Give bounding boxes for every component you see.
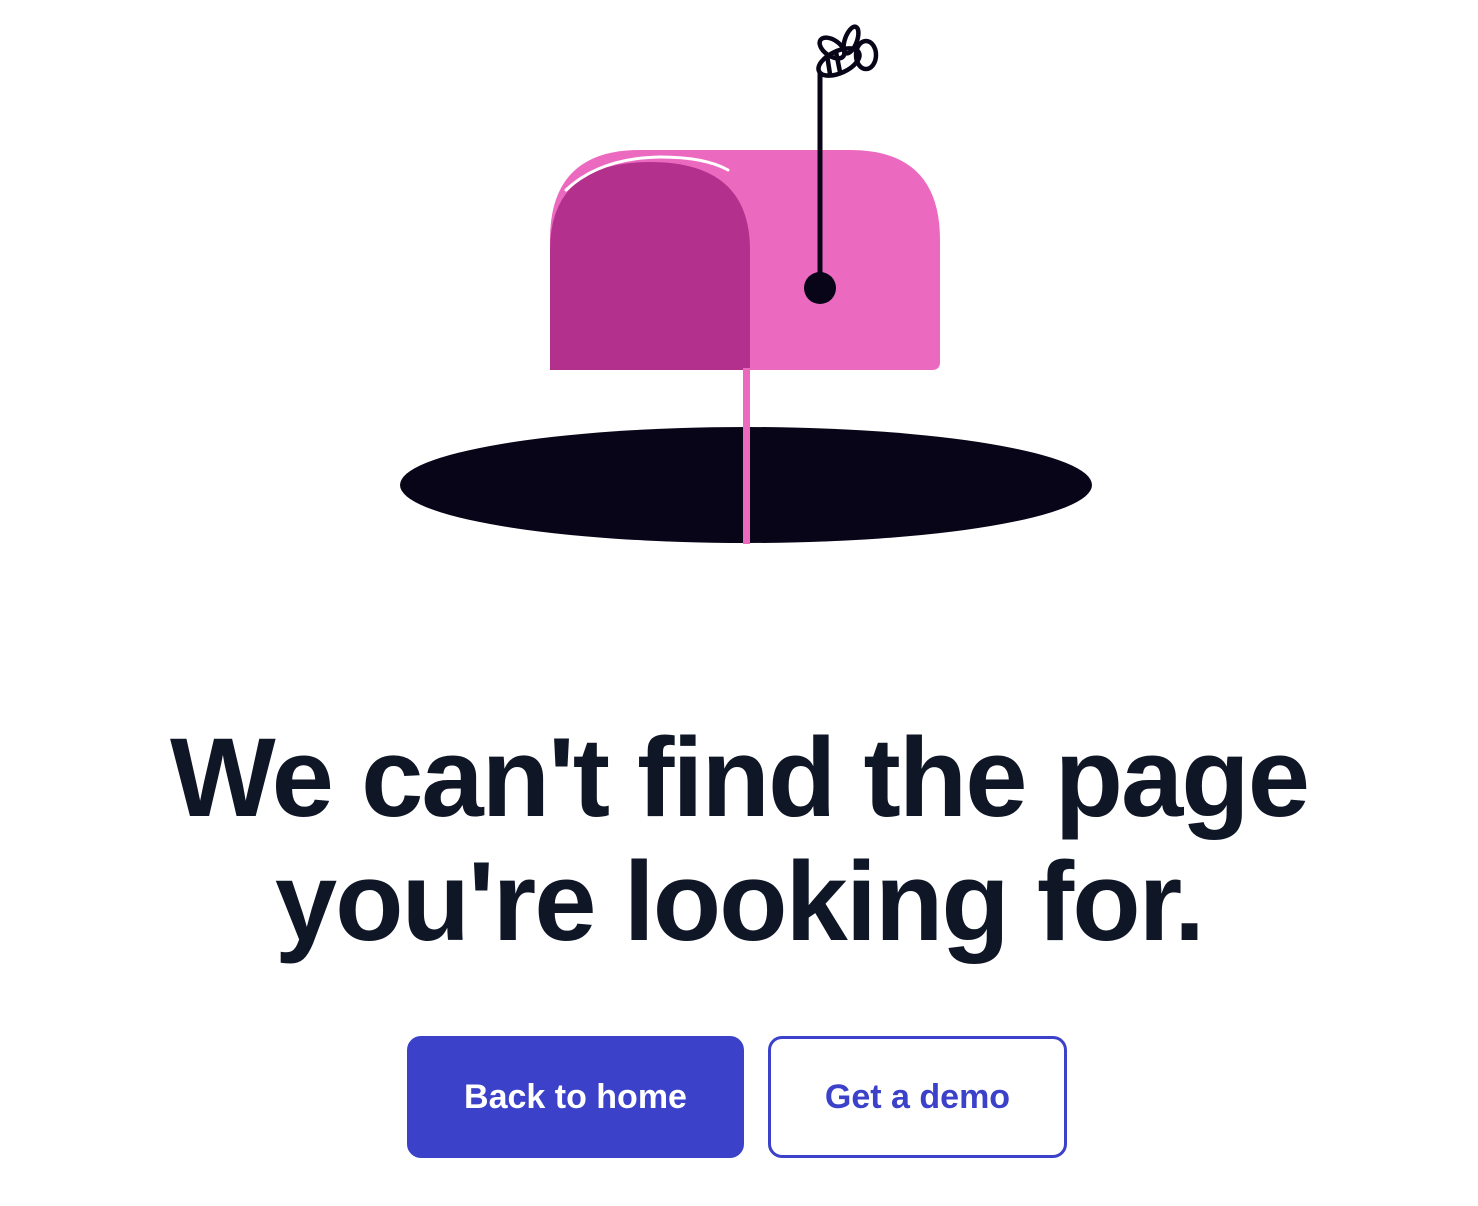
page-title-line-2: you're looking for. <box>274 839 1205 964</box>
get-a-demo-button[interactable]: Get a demo <box>768 1036 1067 1158</box>
page-title: We can't find the page you're looking fo… <box>0 716 1478 964</box>
bee-icon <box>816 24 879 78</box>
mailbox-illustration <box>400 24 1092 544</box>
action-buttons: Back to home Get a demo <box>0 1036 1478 1158</box>
mailbox-door <box>550 162 750 370</box>
flag-pivot <box>804 272 836 304</box>
page-title-line-1: We can't find the page <box>169 715 1310 840</box>
back-to-home-button[interactable]: Back to home <box>407 1036 744 1158</box>
mailbox-post <box>743 368 750 544</box>
